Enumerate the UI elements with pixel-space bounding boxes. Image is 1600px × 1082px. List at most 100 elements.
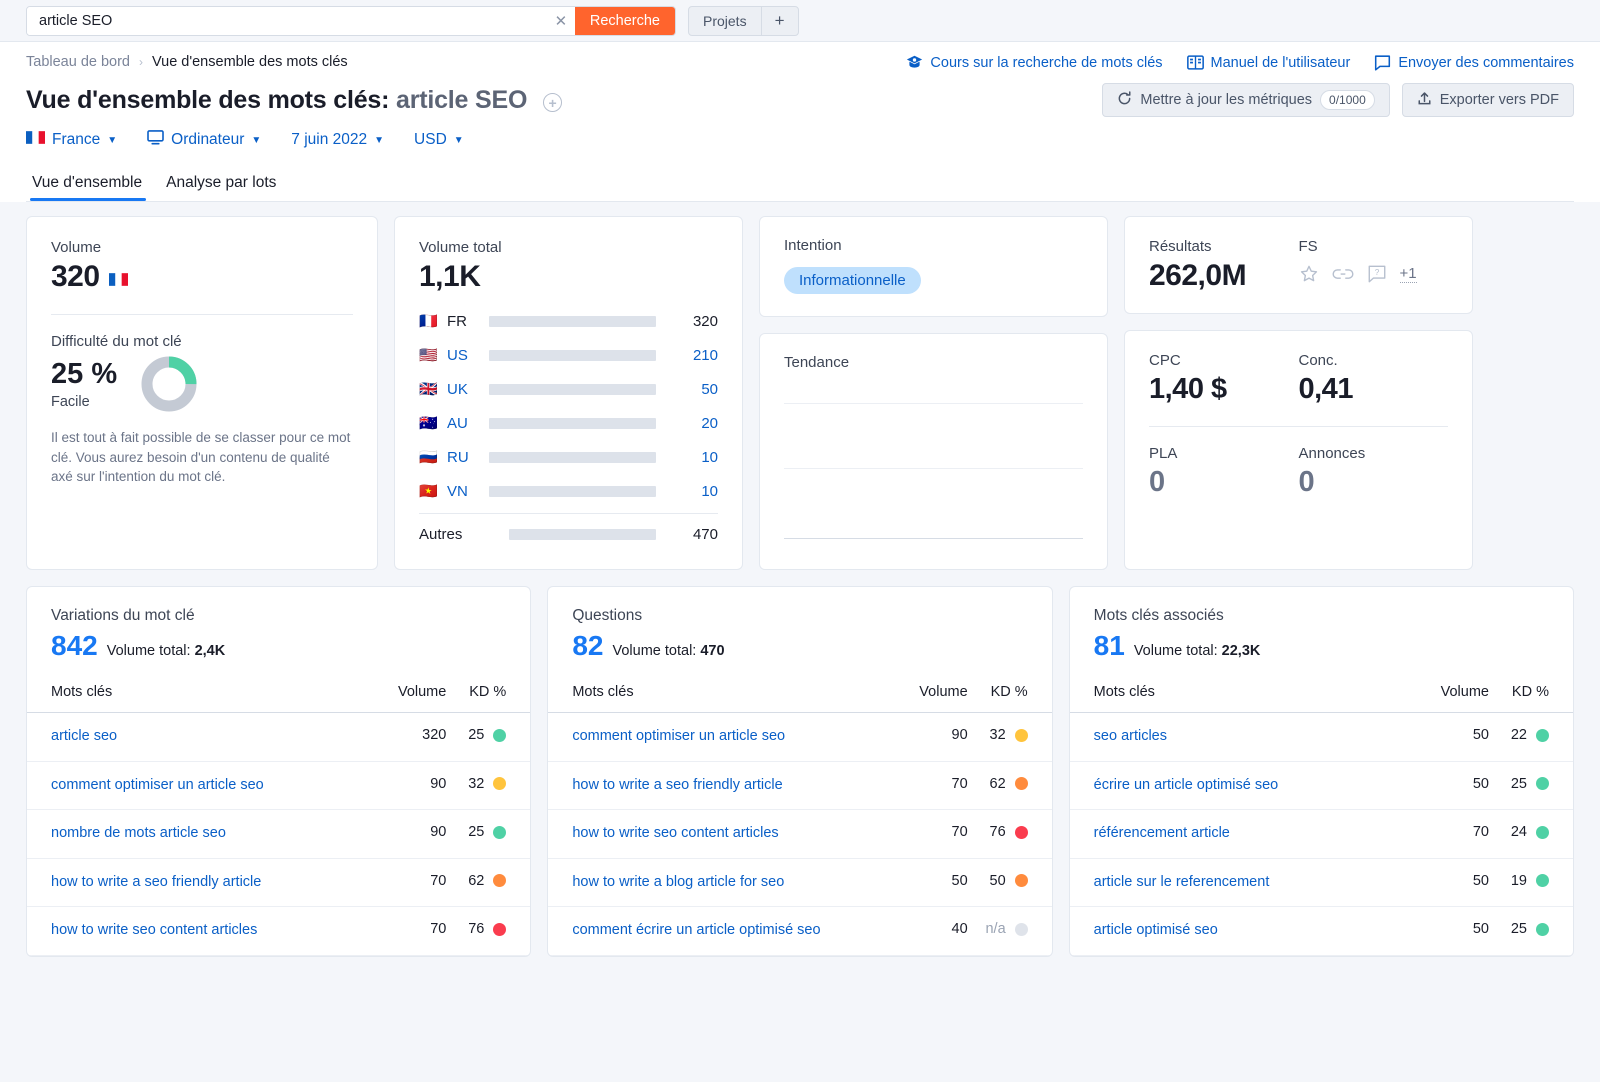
table-row[interactable]: nombre de mots article seo 90 25 <box>27 809 531 859</box>
col-header-kd[interactable]: KD % <box>967 676 1052 713</box>
country-volume-value: 50 <box>701 380 718 398</box>
table-cell-volume: 50 <box>1402 858 1489 908</box>
table-cell-keyword[interactable]: référencement article <box>1069 809 1403 859</box>
page-title-keyword: article SEO <box>396 85 528 114</box>
tab-overview[interactable]: Vue d'ensemble <box>26 168 156 201</box>
cpc-bottom-row: PLA 0 Annonces 0 <box>1149 445 1448 499</box>
table-cell-keyword[interactable]: how to write seo content articles <box>27 906 361 956</box>
country-row[interactable]: 🇻🇳 VN 10 <box>419 474 718 508</box>
country-row[interactable]: 🇫🇷 FR 320 <box>419 304 718 338</box>
table-row[interactable]: comment optimiser un article seo 90 32 <box>27 761 531 811</box>
table-cell-keyword[interactable]: comment optimiser un article seo <box>548 712 882 762</box>
table-row[interactable]: how to write seo content articles 70 76 <box>27 906 531 956</box>
intent-badge[interactable]: Informationnelle <box>784 267 921 294</box>
search-button[interactable]: Recherche <box>574 6 675 35</box>
table-row[interactable]: how to write a seo friendly article 70 62 <box>27 858 531 908</box>
filter-country[interactable]: France ▼ <box>26 131 117 149</box>
country-row[interactable]: 🇺🇸 US 210 <box>419 338 718 372</box>
total-volume-label: Volume total <box>419 239 502 256</box>
breadcrumb-dashboard[interactable]: Tableau de bord <box>26 54 130 70</box>
table-title: Mots clés associés <box>1093 607 1224 624</box>
table-row[interactable]: comment optimiser un article seo 90 32 <box>548 712 1052 762</box>
plus-circle-icon[interactable]: + <box>542 93 562 112</box>
link-send-feedback[interactable]: Envoyer des commentaires <box>1374 55 1574 71</box>
table-cell-keyword[interactable]: article optimisé seo <box>1069 906 1403 956</box>
export-pdf-button[interactable]: Exporter vers PDF <box>1401 83 1574 117</box>
results-block: Résultats 262,0M <box>1149 238 1299 293</box>
svg-text:?: ? <box>1374 268 1379 277</box>
star-icon[interactable] <box>1299 264 1319 284</box>
country-row-others[interactable]: Autres 470 <box>419 517 718 551</box>
col-header-keywords[interactable]: Mots clés <box>1069 676 1403 713</box>
col-header-keywords[interactable]: Mots clés <box>548 676 882 713</box>
competition-block: Conc. 0,41 <box>1299 352 1449 406</box>
table-cell-keyword[interactable]: how to write a blog article for seo <box>548 858 882 908</box>
filter-device[interactable]: Ordinateur ▼ <box>147 130 261 150</box>
kd-status-dot <box>1014 874 1028 888</box>
volume-label: Volume <box>51 239 102 256</box>
table-cell-kd: 22 <box>1488 712 1573 762</box>
table-cell-kd: 62 <box>967 761 1052 811</box>
filter-currency-label: USD <box>414 131 447 148</box>
table-count: 842 <box>51 630 98 661</box>
table-cell-keyword[interactable]: nombre de mots article seo <box>27 809 361 859</box>
clear-search-icon[interactable]: ✕ <box>546 6 575 35</box>
link-icon[interactable] <box>1332 264 1354 284</box>
table-cell-volume: 50 <box>881 858 968 908</box>
card-total-volume: Volume total 1,1K 🇫🇷 FR 320 🇺🇸 US 210 🇬🇧 UK 50 🇦🇺… <box>394 216 743 570</box>
country-bar-track <box>489 417 656 429</box>
link-user-manual[interactable]: Manuel de l'utilisateur <box>1186 55 1350 71</box>
update-metrics-button[interactable]: Mettre à jour les métriques 0/1000 <box>1102 83 1390 117</box>
country-row[interactable]: 🇷🇺 RU 10 <box>419 440 718 474</box>
search-box: ✕ Recherche <box>26 5 676 36</box>
table-row[interactable]: écrire un article optimisé seo 50 25 <box>1069 761 1573 811</box>
fs-more-label[interactable]: +1 <box>1399 265 1417 283</box>
desktop-icon <box>147 130 164 150</box>
table-cell-keyword[interactable]: article seo <box>27 712 361 762</box>
tab-bulk-analysis[interactable]: Analyse par lots <box>160 168 290 201</box>
table-row[interactable]: how to write a blog article for seo 50 50 <box>548 858 1052 908</box>
table-cell-keyword[interactable]: article sur le referencement <box>1069 858 1403 908</box>
country-row[interactable]: 🇬🇧 UK 50 <box>419 372 718 406</box>
link-keyword-research-course[interactable]: Cours sur la recherche de mots clés <box>906 54 1163 71</box>
col-header-kd[interactable]: KD % <box>446 676 531 713</box>
table-cell-keyword[interactable]: écrire un article optimisé seo <box>1069 761 1403 811</box>
table-cell-volume: 70 <box>881 809 968 859</box>
filter-currency[interactable]: USD ▼ <box>414 131 464 149</box>
projects-button[interactable]: Projets <box>689 6 762 35</box>
keywords-table: Mots clés Volume KD % article seo 320 25 comme… <box>27 676 531 956</box>
col-header-volume[interactable]: Volume <box>881 676 968 713</box>
table-row[interactable]: how to write a seo friendly article 70 62 <box>548 761 1052 811</box>
card-cpc: CPC 1,40 $ Conc. 0,41 PLA 0 Annonces 0 <box>1124 330 1473 570</box>
filter-date[interactable]: 7 juin 2022 ▼ <box>291 131 384 149</box>
add-project-icon[interactable]: + <box>762 7 798 35</box>
table-cell-volume: 50 <box>1402 761 1489 811</box>
search-input[interactable] <box>27 6 547 35</box>
table-cell-keyword[interactable]: seo articles <box>1069 712 1403 762</box>
table-row[interactable]: référencement article 70 24 <box>1069 809 1573 859</box>
table-row[interactable]: article seo 320 25 <box>27 712 531 762</box>
table-row[interactable]: article optimisé seo 50 25 <box>1069 906 1573 956</box>
table-title: Variations du mot clé <box>51 607 195 624</box>
col-header-kd[interactable]: KD % <box>1488 676 1573 713</box>
table-row[interactable]: how to write seo content articles 70 76 <box>548 809 1052 859</box>
col-header-volume[interactable]: Volume <box>1402 676 1489 713</box>
country-flag-icon: 🇬🇧 <box>419 381 438 398</box>
table-cell-keyword[interactable]: how to write a seo friendly article <box>548 761 882 811</box>
table-row[interactable]: article sur le referencement 50 19 <box>1069 858 1573 908</box>
col-header-volume[interactable]: Volume <box>360 676 447 713</box>
col-header-keywords[interactable]: Mots clés <box>27 676 361 713</box>
table-cell-kd: 25 <box>1488 761 1573 811</box>
country-row[interactable]: 🇦🇺 AU 20 <box>419 406 718 440</box>
country-bar-track <box>509 528 656 540</box>
faq-bubble-icon[interactable]: ? <box>1367 264 1387 284</box>
table-row[interactable]: seo articles 50 22 <box>1069 712 1573 762</box>
kd-status-dot <box>1535 922 1549 936</box>
table-cell-keyword[interactable]: how to write a seo friendly article <box>27 858 361 908</box>
table-row[interactable]: comment écrire un article optimisé seo 40… <box>548 906 1052 956</box>
table-cell-keyword[interactable]: comment optimiser un article seo <box>27 761 361 811</box>
trend-label: Tendance <box>784 354 850 371</box>
table-cell-keyword[interactable]: comment écrire un article optimisé seo <box>548 906 882 956</box>
table-cell-keyword[interactable]: how to write seo content articles <box>548 809 882 859</box>
link-label: Cours sur la recherche de mots clés <box>930 54 1163 71</box>
